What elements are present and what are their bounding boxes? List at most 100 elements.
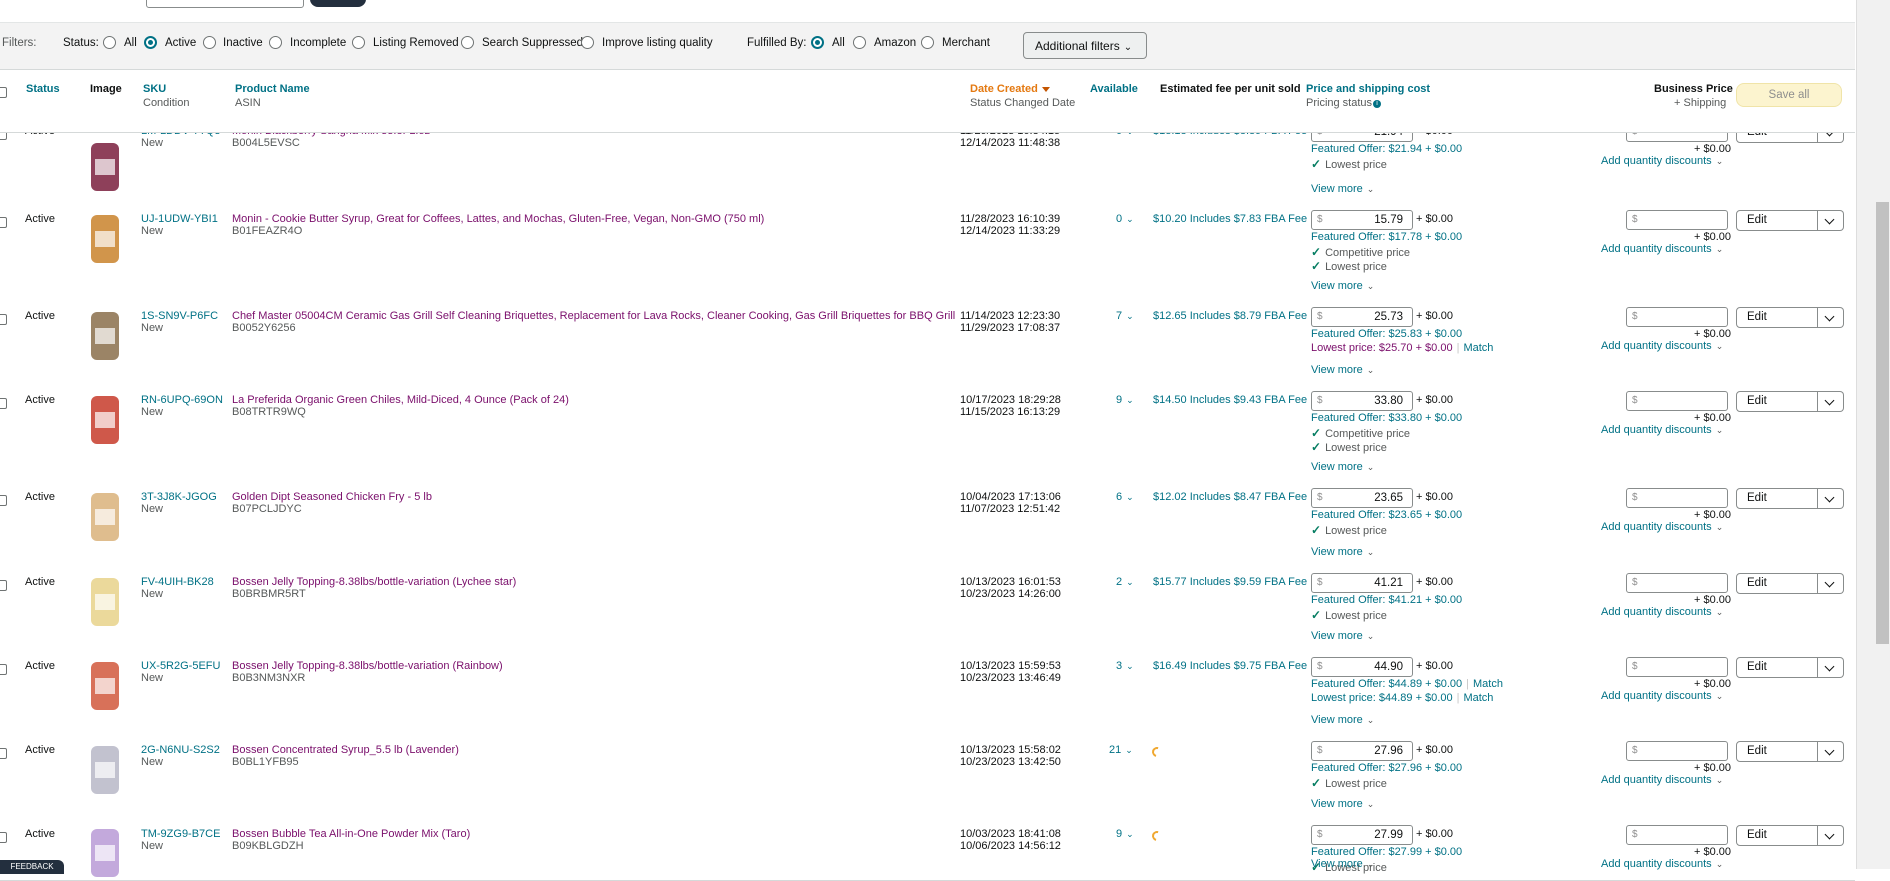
fulfilled-radio-amazon[interactable] xyxy=(853,36,866,49)
col-available[interactable]: Available xyxy=(1090,83,1138,95)
fulfilled-radio-all[interactable] xyxy=(811,36,824,49)
status-option-improve-listing[interactable]: Improve listing quality xyxy=(602,37,713,49)
available-quantity[interactable]: 2 ⌄ xyxy=(1116,576,1134,588)
price-input[interactable]: $44.90 xyxy=(1311,657,1413,677)
view-more-link[interactable]: View more ⌄ xyxy=(1311,461,1374,473)
col-sku[interactable]: SKU xyxy=(143,83,166,95)
product-name-link[interactable]: Bossen Jelly Topping-8.38lbs/bottle-vari… xyxy=(232,660,503,672)
view-more-link[interactable]: View more ⌄ xyxy=(1311,546,1374,558)
col-price[interactable]: Price and shipping cost xyxy=(1306,83,1430,95)
sku-link[interactable]: UX-5R2G-5EFU xyxy=(141,660,220,672)
add-quantity-discounts-link[interactable]: Add quantity discounts ⌄ xyxy=(1601,340,1723,352)
status-option-listing-removed[interactable]: Listing Removed xyxy=(373,37,459,49)
view-more-link[interactable]: View more ⌄ xyxy=(1311,280,1374,292)
info-icon[interactable]: i xyxy=(1373,100,1382,108)
row-checkbox[interactable] xyxy=(0,664,7,675)
edit-dropdown-button[interactable] xyxy=(1818,741,1844,762)
edit-dropdown-button[interactable] xyxy=(1818,133,1844,143)
product-name-link[interactable]: La Preferida Organic Green Chiles, Mild-… xyxy=(232,394,569,406)
estimated-fee[interactable]: $12.02 Includes $8.47 FBA Fee xyxy=(1153,491,1307,503)
business-price-input[interactable]: $ xyxy=(1626,573,1728,593)
row-checkbox[interactable] xyxy=(0,748,7,759)
select-all-checkbox[interactable] xyxy=(0,87,7,98)
edit-button[interactable]: Edit xyxy=(1736,657,1818,678)
product-image[interactable] xyxy=(77,825,133,880)
scrollbar-thumb[interactable] xyxy=(1876,202,1889,644)
price-input[interactable]: $27.99 xyxy=(1311,825,1413,845)
price-input[interactable]: $15.79 xyxy=(1311,210,1413,230)
edit-dropdown-button[interactable] xyxy=(1818,573,1844,594)
estimated-fee[interactable]: $16.49 Includes $9.75 FBA Fee xyxy=(1153,660,1307,672)
search-input[interactable] xyxy=(146,0,304,8)
sku-link[interactable]: RN-6UPQ-69ON xyxy=(141,394,223,406)
product-image[interactable] xyxy=(77,742,133,798)
row-checkbox[interactable] xyxy=(0,314,7,325)
edit-button[interactable]: Edit xyxy=(1736,825,1818,846)
available-quantity[interactable]: 3 ⌄ xyxy=(1116,660,1134,672)
product-name-link[interactable]: Bossen Bubble Tea All-in-One Powder Mix … xyxy=(232,828,470,840)
business-price-input[interactable]: $ xyxy=(1626,657,1728,677)
business-price-input[interactable]: $ xyxy=(1626,488,1728,508)
additional-filters-button[interactable]: Additional filters ⌄ xyxy=(1023,32,1147,59)
price-input[interactable]: $25.73 xyxy=(1311,307,1413,327)
fulfilled-option-all[interactable]: All xyxy=(832,37,845,49)
sku-link[interactable]: FV-4UIH-BK28 xyxy=(141,576,214,588)
match-link[interactable]: Match xyxy=(1463,692,1493,704)
business-price-input[interactable]: $ xyxy=(1626,741,1728,761)
add-quantity-discounts-link[interactable]: Add quantity discounts ⌄ xyxy=(1601,521,1723,533)
row-checkbox[interactable] xyxy=(0,495,7,506)
status-radio-listing-removed[interactable] xyxy=(352,36,365,49)
sku-link[interactable]: UJ-1UDW-YBI1 xyxy=(141,213,218,225)
edit-dropdown-button[interactable] xyxy=(1818,391,1844,412)
add-quantity-discounts-link[interactable]: Add quantity discounts ⌄ xyxy=(1601,155,1723,167)
view-more-link[interactable]: View more ⌄ xyxy=(1311,630,1374,642)
col-status[interactable]: Status xyxy=(26,83,60,95)
product-name-link[interactable]: Golden Dipt Seasoned Chicken Fry - 5 lb xyxy=(232,491,432,503)
add-quantity-discounts-link[interactable]: Add quantity discounts ⌄ xyxy=(1601,690,1723,702)
save-all-button[interactable]: Save all xyxy=(1736,83,1842,107)
status-radio-all[interactable] xyxy=(103,36,116,49)
view-more-link[interactable]: View more ⌄ xyxy=(1311,798,1374,810)
status-option-search-suppressed[interactable]: Search Suppressed xyxy=(482,37,583,49)
status-option-inactive[interactable]: Inactive xyxy=(223,37,263,49)
add-quantity-discounts-link[interactable]: Add quantity discounts ⌄ xyxy=(1601,424,1723,436)
estimated-fee[interactable]: $12.65 Includes $8.79 FBA Fee xyxy=(1153,310,1307,322)
estimated-fee[interactable]: $15.77 Includes $9.59 FBA Fee xyxy=(1153,576,1307,588)
add-quantity-discounts-link[interactable]: Add quantity discounts ⌄ xyxy=(1601,243,1723,255)
col-product-name[interactable]: Product Name xyxy=(235,83,310,95)
estimated-fee[interactable]: $10.20 Includes $7.83 FBA Fee xyxy=(1153,213,1307,225)
add-quantity-discounts-link[interactable]: Add quantity discounts ⌄ xyxy=(1601,858,1723,870)
available-quantity[interactable]: 6 ⌄ xyxy=(1116,491,1134,503)
status-radio-inactive[interactable] xyxy=(203,36,216,49)
row-checkbox[interactable] xyxy=(0,133,7,140)
sku-link[interactable]: 1S-SN9V-P6FC xyxy=(141,310,218,322)
product-name-link[interactable]: Bossen Concentrated Syrup_5.5 lb (Lavend… xyxy=(232,744,459,756)
row-checkbox[interactable] xyxy=(0,580,7,591)
view-more-link[interactable]: View more ⌄ xyxy=(1311,364,1374,376)
edit-button[interactable]: Edit xyxy=(1736,488,1818,509)
available-quantity[interactable]: 9 ⌄ xyxy=(1116,828,1134,840)
price-input[interactable]: $41.21 xyxy=(1311,573,1413,593)
edit-button[interactable]: Edit xyxy=(1736,573,1818,594)
sku-link[interactable]: 3T-3J8K-JGOG xyxy=(141,491,217,503)
price-input[interactable]: $33.80 xyxy=(1311,391,1413,411)
row-checkbox[interactable] xyxy=(0,832,7,843)
row-checkbox[interactable] xyxy=(0,217,7,228)
add-quantity-discounts-link[interactable]: Add quantity discounts ⌄ xyxy=(1601,774,1723,786)
estimated-fee[interactable]: $18.18 Includes $8.89 FBA Fee xyxy=(1153,133,1307,137)
col-date-created[interactable]: Date Created xyxy=(970,83,1050,95)
sku-link[interactable]: 2G-N6NU-S2S2 xyxy=(141,744,220,756)
edit-dropdown-button[interactable] xyxy=(1818,210,1844,231)
status-option-active[interactable]: Active xyxy=(165,37,196,49)
fulfilled-option-merchant[interactable]: Merchant xyxy=(942,37,990,49)
feedback-button[interactable]: FEEDBACK xyxy=(0,860,64,874)
business-price-input[interactable]: $ xyxy=(1626,825,1728,845)
edit-button[interactable]: Edit xyxy=(1736,210,1818,231)
product-image[interactable] xyxy=(77,139,133,195)
product-image[interactable] xyxy=(77,489,133,545)
view-more-link[interactable]: View more ⌄ xyxy=(1311,858,1374,870)
business-price-input[interactable]: $ xyxy=(1626,133,1728,142)
product-image[interactable] xyxy=(77,308,133,364)
status-option-all[interactable]: All xyxy=(124,37,137,49)
price-input[interactable]: $27.96 xyxy=(1311,741,1413,761)
